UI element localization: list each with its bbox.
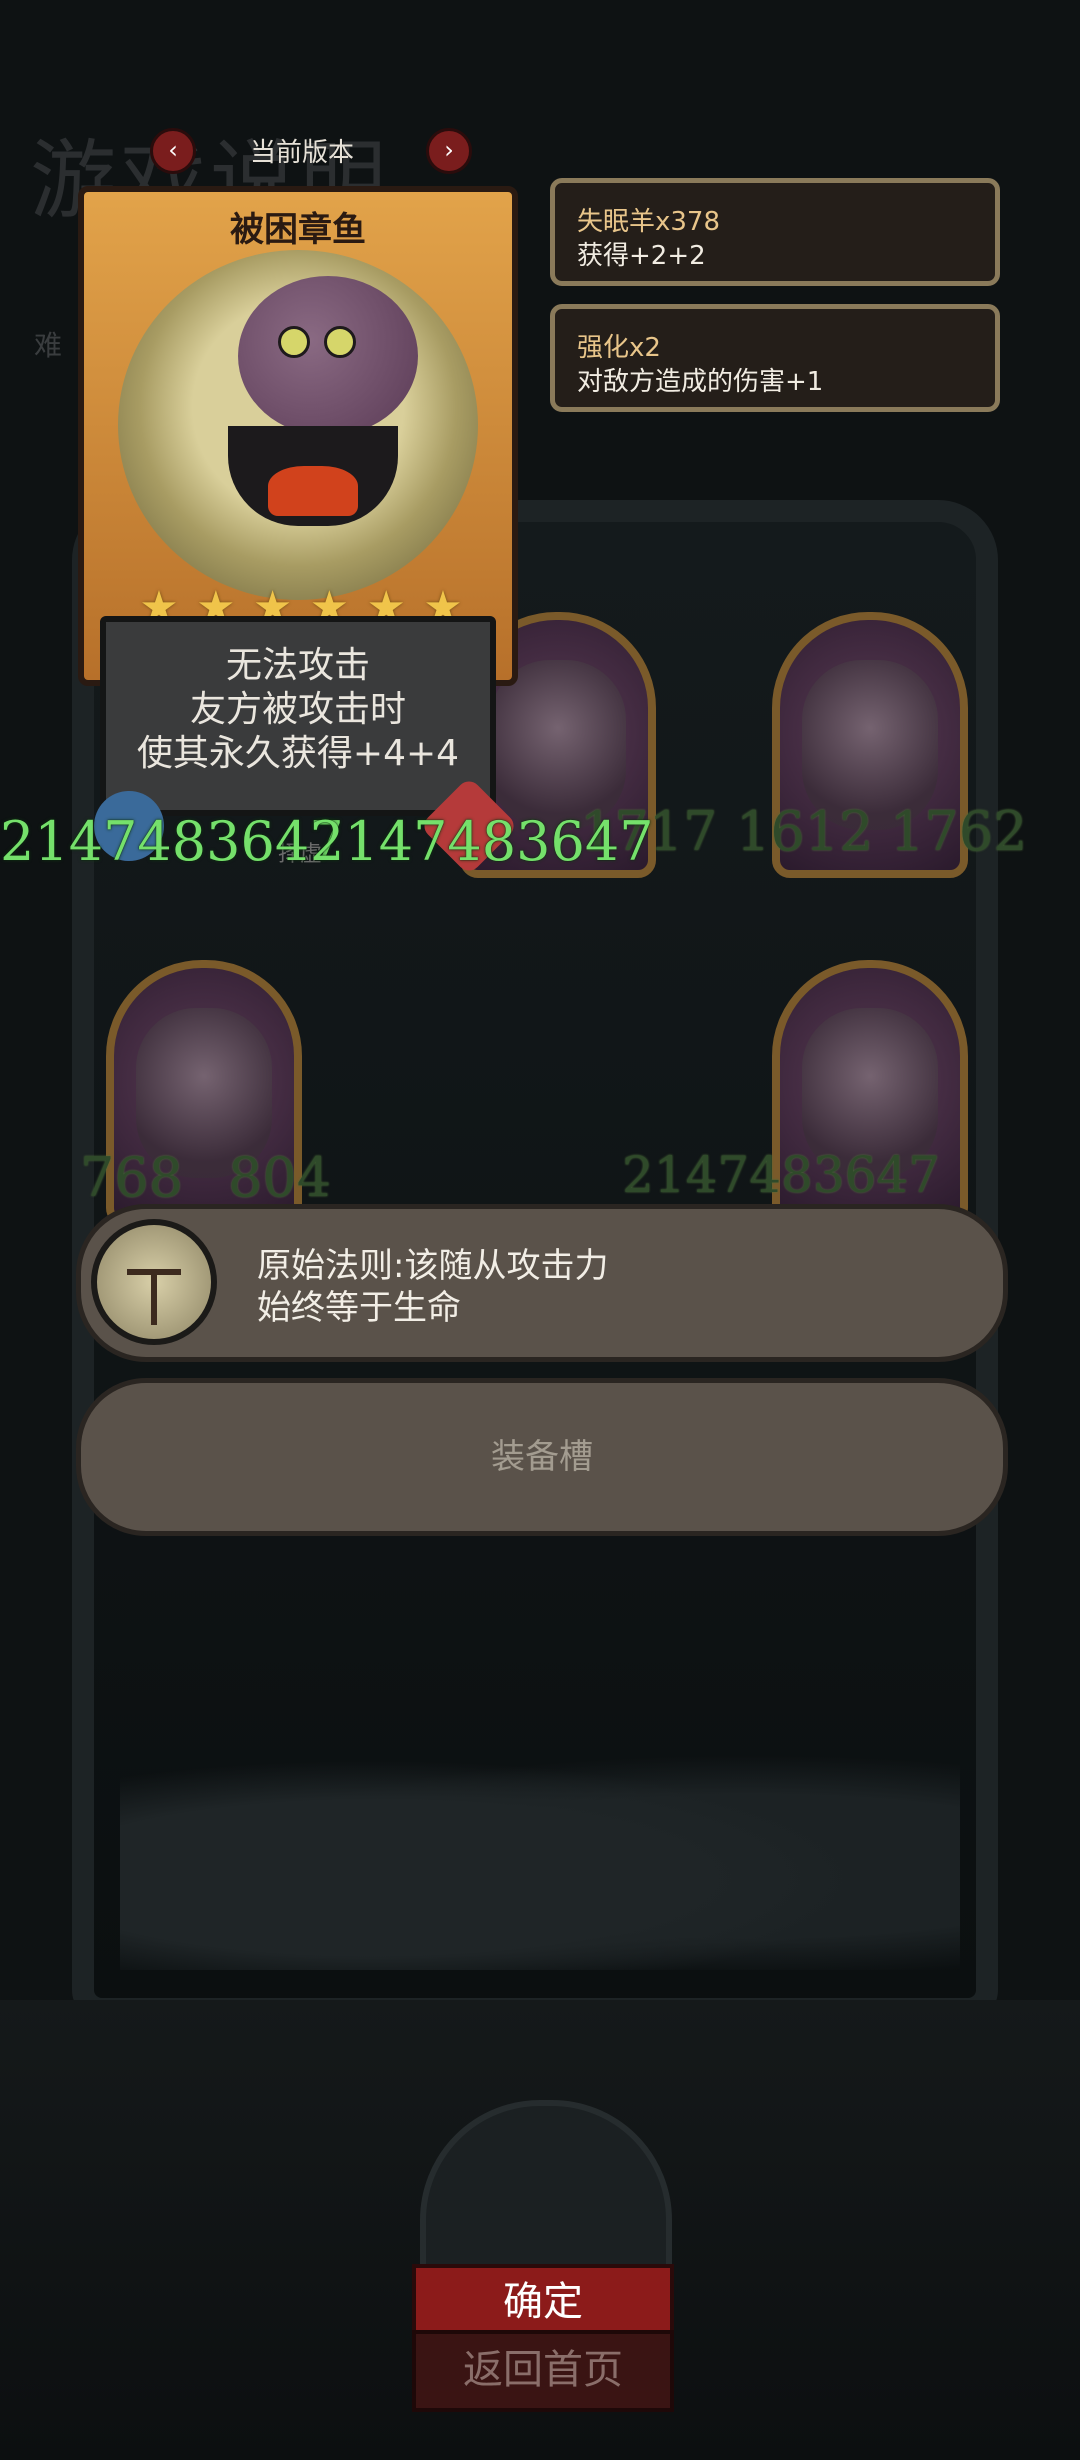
- fire-icon: [268, 466, 358, 516]
- buff-panel-2: 强化x2 对敌方造成的伤害+1: [550, 304, 1000, 412]
- version-label: 当前版本: [250, 138, 355, 168]
- unit-4-attack: 2147483647: [622, 1146, 941, 1204]
- buff-panel-1: 失眠羊x378 获得+2+2: [550, 178, 1000, 286]
- card-desc-line: 友方被攻击时: [189, 689, 406, 730]
- equipment-slot[interactable]: 装备槽: [76, 1378, 1008, 1536]
- card-desc-line: 使其永久获得+4+4: [136, 733, 460, 774]
- card-desc-line: 无法攻击: [225, 645, 370, 686]
- confirm-button[interactable]: 确定: [412, 2264, 674, 2340]
- cloud-decoration: [120, 1740, 960, 1970]
- card-detail: 被困章鱼 ★ ★ ★ ★ ★ ★ 无法攻击 友方被攻击时 使其永久获得+4+4 …: [0, 186, 654, 876]
- buff-desc: 获得+2+2: [577, 241, 706, 271]
- unit-3-attack: 768: [80, 1146, 184, 1209]
- background-difficulty-label: 难: [34, 329, 63, 362]
- equipment-slot-label: 装备槽: [491, 1437, 593, 1477]
- unit-3-health: 804: [228, 1146, 332, 1209]
- octopus-eye-left: [278, 326, 310, 358]
- unit-2-health: 1762: [890, 800, 1028, 863]
- buff-title: 失眠羊x378: [577, 207, 721, 237]
- rule-text-line-1: 原始法则:该随从攻击力: [257, 1246, 609, 1286]
- unit-2-attack: 1612: [736, 800, 874, 863]
- return-home-button[interactable]: 返回首页: [412, 2330, 674, 2412]
- next-arrow-icon[interactable]: ›: [426, 128, 472, 174]
- card-health-value: 2147483647: [310, 810, 654, 873]
- buff-desc: 对敌方造成的伤害+1: [577, 367, 824, 397]
- prev-arrow-icon[interactable]: ‹: [150, 128, 196, 174]
- scale-post: [151, 1269, 157, 1325]
- rule-text-line-2: 始终等于生命: [257, 1288, 461, 1328]
- card-attack-value: 2147483647: [0, 810, 344, 873]
- card-description: 无法攻击 友方被攻击时 使其永久获得+4+4: [100, 616, 496, 816]
- version-selector: ‹ 当前版本 ›: [150, 128, 472, 174]
- octopus-eye-right: [324, 326, 356, 358]
- octopus-head: [238, 276, 418, 436]
- balance-scale-icon: [91, 1219, 217, 1345]
- card-name: 被困章鱼: [230, 210, 366, 250]
- buff-title: 强化x2: [577, 333, 661, 363]
- rule-panel: 原始法则:该随从攻击力 始终等于生命: [76, 1204, 1008, 1362]
- rule-text: 原始法则:该随从攻击力 始终等于生命: [257, 1245, 608, 1329]
